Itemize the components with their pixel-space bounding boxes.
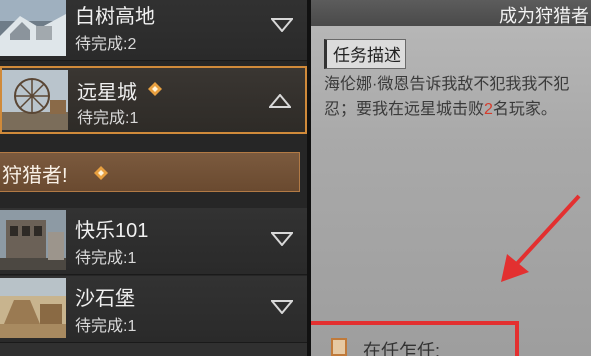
location-row-happy-101[interactable]: 快乐101 待完成:1 — [0, 208, 307, 275]
location-pending: 待完成:1 — [75, 250, 137, 267]
location-pending: 待完成:2 — [75, 36, 137, 53]
location-name: 白树高地 — [75, 6, 155, 28]
marker-diamond-icon — [148, 82, 162, 96]
chevron-down-icon[interactable] — [271, 300, 293, 314]
location-thumbnail — [0, 278, 66, 338]
task-label: 狩猎者! — [2, 165, 68, 187]
location-row-sandstone-fort[interactable]: 沙石堡 待完成:1 — [0, 276, 307, 343]
location-thumbnail — [0, 0, 66, 56]
desc-line-2: 忍；要我在远星城击败2名玩家。 — [324, 97, 591, 122]
accept-task-label: 在任乍任: — [363, 341, 441, 356]
location-name: 沙石堡 — [75, 288, 135, 310]
location-thumbnail — [2, 70, 68, 130]
accept-task-checkbox[interactable] — [331, 338, 347, 356]
chevron-down-icon[interactable] — [271, 232, 293, 246]
chevron-down-icon[interactable] — [271, 18, 293, 32]
task-item-hunter[interactable]: 狩猎者! — [0, 152, 300, 192]
location-pending: 待完成:1 — [75, 318, 137, 335]
location-pending: 待完成:1 — [77, 110, 139, 127]
annotation-arrow-icon — [501, 194, 581, 282]
kill-count: 2 — [484, 101, 493, 118]
detail-header: 成为狩猎者 — [311, 0, 591, 26]
next-row-edge — [0, 343, 307, 356]
location-name: 远星城 — [77, 82, 137, 104]
marker-diamond-icon — [94, 166, 108, 180]
desc-line-1: 海伦娜·微恩告诉我敌不犯我我不犯 — [324, 76, 570, 93]
task-description: 海伦娜·微恩告诉我敌不犯我我不犯 忍；要我在远星城击败2名玩家。 — [324, 72, 591, 122]
desc-suffix: 名玩家。 — [492, 101, 557, 118]
location-list: 白树高地 待完成:2 远星城 待完成:1 狩猎者! 快乐101 待完成:1 沙石… — [0, 0, 310, 356]
location-row-far-star-city[interactable]: 远星城 待完成:1 — [0, 66, 307, 134]
location-name: 快乐101 — [75, 220, 149, 242]
task-detail-panel: 成为狩猎者 任务描述 海伦娜·微恩告诉我敌不犯我我不犯 忍；要我在远星城击败2名… — [311, 0, 591, 356]
chevron-up-icon[interactable] — [269, 94, 291, 108]
task-title: 成为狩猎者 — [499, 6, 589, 26]
location-thumbnail — [0, 210, 66, 270]
section-label: 任务描述 — [324, 39, 406, 69]
desc-prefix: 忍；要我在远星城击败 — [324, 101, 485, 118]
location-row-white-tree[interactable]: 白树高地 待完成:2 — [0, 0, 307, 61]
